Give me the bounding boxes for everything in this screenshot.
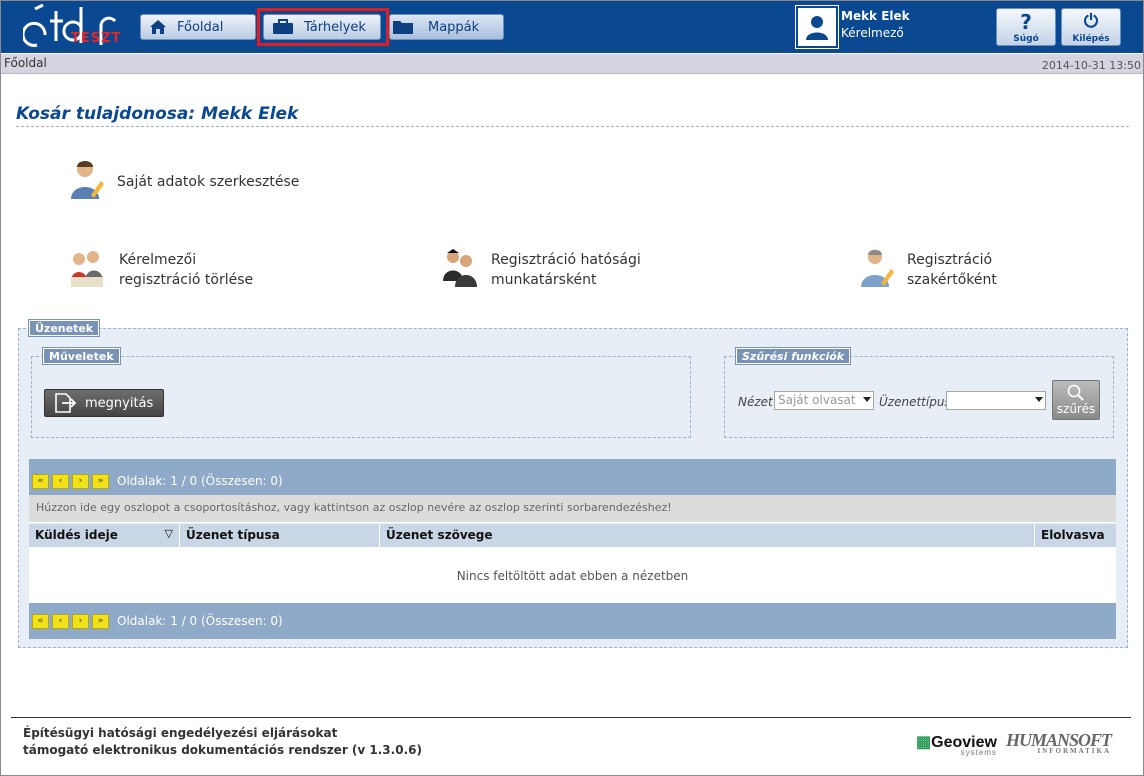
edit-profile-link[interactable]: Saját adatok szerkesztése <box>69 159 299 205</box>
register-expert-label: Regisztráció szakértőként <box>907 250 997 290</box>
register-expert-line1: Regisztráció <box>907 252 993 268</box>
pager-status: Oldalak: 1 / 0 (Összesen: 0) <box>117 614 283 628</box>
logout-label: Kilépés <box>1072 34 1110 44</box>
footer-text-line2: támogató elektronikus dokumentációs rend… <box>23 743 422 757</box>
next-page-button[interactable]: › <box>72 473 89 489</box>
empty-grid-message: Nincs feltöltött adat ebben a nézetben <box>29 547 1116 603</box>
last-page-button[interactable]: » <box>92 613 109 629</box>
delete-registration-link[interactable]: Kérelmezői regisztráció törlése <box>69 247 253 293</box>
delete-registration-line1: Kérelmezői <box>119 252 197 268</box>
delete-registration-line2: regisztráció törlése <box>119 272 254 288</box>
geoview-logo: ▦Geoview systems <box>916 734 997 757</box>
user-name: Mekk Elek <box>841 9 910 23</box>
help-button[interactable]: ? Súgó <box>996 8 1056 46</box>
filter-button[interactable]: szűrés <box>1052 380 1100 420</box>
column-header-label: Küldés ideje <box>35 528 118 542</box>
view-select[interactable]: Saját olvasat <box>774 391 874 410</box>
prev-page-button[interactable]: ‹ <box>52 473 69 489</box>
delete-registration-label: Kérelmezői regisztráció törlése <box>119 250 253 290</box>
prev-page-button[interactable]: ‹ <box>52 613 69 629</box>
nav-folders-label: Mappák <box>428 19 480 35</box>
open-button-label: megnyitás <box>85 395 154 411</box>
logo-badge: TESZT <box>71 31 122 46</box>
briefcase-icon <box>272 19 294 35</box>
filter-legend: Szűrési funkciók <box>734 347 852 365</box>
nav-storage-label: Tárhelyek <box>304 19 366 35</box>
register-official-label: Regisztráció hatósági munkatársként <box>491 250 641 290</box>
datetime: 2014-10-31 13:50 <box>1041 59 1141 72</box>
user-avatar[interactable] <box>795 5 839 49</box>
top-bar: TESZT Főoldal Tárhelyek Mappák Mekk Elek… <box>1 1 1143 53</box>
home-icon <box>149 19 167 35</box>
officials-icon <box>439 247 481 293</box>
folder-icon <box>392 19 414 35</box>
nav-home-button[interactable]: Főoldal <box>140 14 256 40</box>
help-label: Súgó <box>1013 34 1039 44</box>
register-expert-link[interactable]: Regisztráció szakértőként <box>859 247 997 293</box>
power-icon: ⏻ <box>1083 11 1099 32</box>
breadcrumb-bar: Főoldal 2014-10-31 13:50 <box>1 54 1143 74</box>
app-logo[interactable]: TESZT <box>23 1 123 53</box>
page: TESZT Főoldal Tárhelyek Mappák Mekk Elek… <box>0 0 1144 776</box>
breadcrumb[interactable]: Főoldal <box>4 56 47 70</box>
register-official-line2: munkatársként <box>491 272 597 288</box>
message-type-label: Üzenettípus <box>879 395 951 409</box>
operations-legend: Műveletek <box>42 347 121 365</box>
first-page-button[interactable]: « <box>32 473 49 489</box>
sort-icon: ▽ <box>164 527 173 540</box>
open-button[interactable]: megnyitás <box>44 389 164 417</box>
humansoft-logo: HUMANSOFT INFORMATIKA <box>1006 730 1112 755</box>
user-edit-icon <box>69 159 105 205</box>
search-icon <box>1067 384 1084 401</box>
column-header-read[interactable]: Elolvasva <box>1035 524 1116 547</box>
chevron-down-icon <box>863 397 871 402</box>
pager-top: « ‹ › » Oldalak: 1 / 0 (Összesen: 0) <box>29 459 1116 495</box>
nav-home-label: Főoldal <box>177 19 224 35</box>
column-header-message-text[interactable]: Üzenet szövege <box>380 524 1035 547</box>
nav-folders-button[interactable]: Mappák <box>389 14 504 40</box>
logout-button[interactable]: ⏻ Kilépés <box>1061 8 1121 46</box>
column-header-message-type[interactable]: Üzenet típusa <box>180 524 380 547</box>
user-icon <box>806 16 828 40</box>
footer-divider <box>11 717 1131 718</box>
column-header-sent-time[interactable]: Küldés ideje ▽ <box>29 524 180 547</box>
page-title: Kosár tulajdonosa: Mekk Elek <box>16 104 299 124</box>
last-page-button[interactable]: » <box>92 473 109 489</box>
message-type-select[interactable] <box>946 391 1046 410</box>
register-official-line1: Regisztráció hatósági <box>491 252 641 268</box>
register-official-link[interactable]: Regisztráció hatósági munkatársként <box>439 247 641 293</box>
people-delete-icon <box>69 247 105 293</box>
grid-header: Küldés ideje ▽ Üzenet típusa Üzenet szöv… <box>29 524 1116 547</box>
pager-bottom: « ‹ › » Oldalak: 1 / 0 (Összesen: 0) <box>29 603 1116 639</box>
messages-legend: Üzenetek <box>27 319 101 337</box>
next-page-button[interactable]: › <box>72 613 89 629</box>
title-divider <box>16 126 1129 127</box>
pager-status: Oldalak: 1 / 0 (Összesen: 0) <box>117 474 283 488</box>
footer-text-line1: Építésügyi hatósági engedélyezési eljárá… <box>23 726 338 740</box>
register-expert-line2: szakértőként <box>907 272 997 288</box>
question-icon: ? <box>1020 10 1032 34</box>
open-document-icon <box>53 393 77 413</box>
group-drop-area[interactable]: Húzzon ide egy oszlopot a csoportosításh… <box>29 495 1116 523</box>
view-label: Nézet <box>738 395 773 409</box>
user-role: Kérelmező <box>841 26 904 40</box>
filter-button-label: szűrés <box>1056 402 1096 416</box>
chevron-down-icon <box>1035 397 1043 402</box>
expert-icon <box>859 247 895 293</box>
first-page-button[interactable]: « <box>32 613 49 629</box>
view-select-value: Saját olvasat <box>778 393 856 407</box>
edit-profile-label: Saját adatok szerkesztése <box>117 174 300 190</box>
nav-storage-button[interactable]: Tárhelyek <box>263 14 381 40</box>
